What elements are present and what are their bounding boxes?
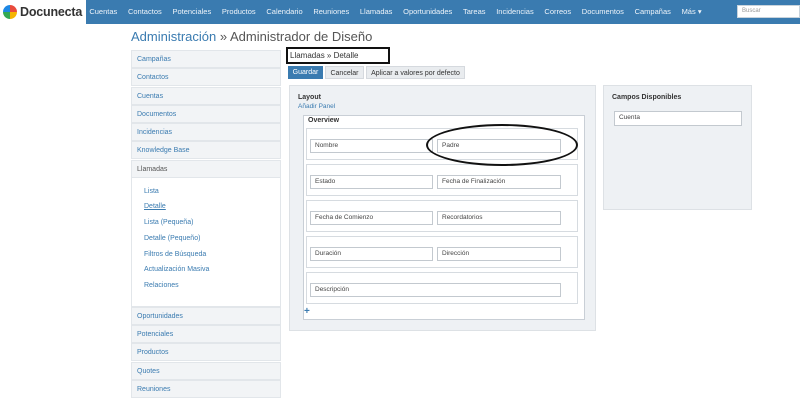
layout-title: Layout xyxy=(298,94,321,101)
sidebar-item-documentos[interactable]: Documentos xyxy=(131,104,281,123)
nav-item-contactos[interactable]: Contactos xyxy=(123,0,167,24)
nav-item-correos[interactable]: Correos xyxy=(539,0,576,24)
add-row-plus-icon[interactable]: + xyxy=(304,306,310,317)
layout-row[interactable]: Duración Dirección xyxy=(306,236,578,268)
sidebar-item-oportunidades[interactable]: Oportunidades xyxy=(131,306,281,325)
nav-item-mas[interactable]: Más ▾ xyxy=(676,0,707,24)
field-fecha-comienzo[interactable]: Fecha de Comienzo xyxy=(310,211,433,225)
layout-row[interactable]: Fecha de Comienzo Recordatorios xyxy=(306,200,578,232)
brand[interactable]: Docunecta xyxy=(0,0,86,24)
nav-item-cuentas[interactable]: Cuentas xyxy=(84,0,123,24)
sidebar-subitem-actualizacion-masiva[interactable]: Actualización Masiva xyxy=(132,262,280,278)
main-nav: Cuentas Contactos Potenciales Productos … xyxy=(84,0,707,24)
nav-item-campanas[interactable]: Campañas xyxy=(629,0,676,24)
available-fields-title: Campos Disponibles xyxy=(612,94,682,101)
field-nombre[interactable]: Nombre xyxy=(310,139,433,153)
sidebar-subitem-lista[interactable]: Lista xyxy=(132,184,280,200)
add-panel-link[interactable]: Añadir Panel xyxy=(298,103,335,110)
nav-item-incidencias[interactable]: Incidencias xyxy=(491,0,539,24)
field-fecha-finalizacion[interactable]: Fecha de Finalización xyxy=(437,175,561,189)
title-separator: » xyxy=(216,29,231,44)
sidebar-item-contactos[interactable]: Contactos xyxy=(131,68,281,87)
field-recordatorios[interactable]: Recordatorios xyxy=(437,211,561,225)
sidebar-item-cuentas[interactable]: Cuentas xyxy=(131,86,281,105)
reset-defaults-button[interactable]: Aplicar a valores por defecto xyxy=(366,66,465,79)
sidebar-item-knowledge-base[interactable]: Knowledge Base xyxy=(131,141,281,160)
nav-item-productos[interactable]: Productos xyxy=(217,0,261,24)
sidebar-item-potenciales[interactable]: Potenciales xyxy=(131,325,281,343)
nav-item-oportunidades[interactable]: Oportunidades xyxy=(398,0,458,24)
sidebar-item-campanas[interactable]: Campañas xyxy=(131,50,281,68)
overview-panel-title: Overview xyxy=(308,117,340,124)
docunecta-logo-icon xyxy=(3,5,17,19)
save-button[interactable]: Guardar xyxy=(288,66,323,79)
sidebar-subitem-detalle[interactable]: Detalle xyxy=(132,199,280,215)
title-link-administracion[interactable]: Administración xyxy=(131,29,216,44)
brand-name: Docunecta xyxy=(20,5,83,19)
layout-row[interactable]: Descripción xyxy=(306,272,578,304)
breadcrumb: Llamadas » Detalle xyxy=(286,47,390,64)
nav-item-tareas[interactable]: Tareas xyxy=(458,0,491,24)
available-fields-panel xyxy=(603,85,752,210)
sidebar: Campañas Contactos Cuentas Documentos In… xyxy=(131,50,281,398)
nav-item-potenciales[interactable]: Potenciales xyxy=(167,0,216,24)
field-duracion[interactable]: Duración xyxy=(310,247,433,261)
nav-item-documentos[interactable]: Documentos xyxy=(576,0,629,24)
page-title: Administración » Administrador de Diseño xyxy=(131,29,372,44)
sidebar-subitem-filtros-busqueda[interactable]: Filtros de Búsqueda xyxy=(132,247,280,263)
annotation-oval xyxy=(426,124,578,166)
field-direccion[interactable]: Dirección xyxy=(437,247,561,261)
sidebar-item-incidencias[interactable]: Incidencias xyxy=(131,123,281,141)
available-field-cuenta[interactable]: Cuenta xyxy=(614,111,742,126)
field-estado[interactable]: Estado xyxy=(310,175,433,189)
sidebar-subitem-detalle-pequeno[interactable]: Detalle (Pequeño) xyxy=(132,231,280,247)
nav-item-reuniones[interactable]: Reuniones xyxy=(308,0,355,24)
title-rest: Administrador de Diseño xyxy=(230,29,373,44)
sidebar-subitems-llamadas: Lista Detalle Lista (Pequeña) Detalle (P… xyxy=(131,177,281,307)
field-descripcion[interactable]: Descripción xyxy=(310,283,561,297)
sidebar-item-llamadas[interactable]: Llamadas xyxy=(131,159,281,178)
sidebar-subitem-lista-pequena[interactable]: Lista (Pequeña) xyxy=(132,215,280,231)
sidebar-item-quotes[interactable]: Quotes xyxy=(131,361,281,380)
sidebar-subitem-relaciones[interactable]: Relaciones xyxy=(132,278,280,294)
cancel-button[interactable]: Cancelar xyxy=(325,66,364,79)
nav-item-llamadas[interactable]: Llamadas xyxy=(355,0,398,24)
search-input[interactable]: Buscar xyxy=(737,5,800,18)
top-navbar: Docunecta Cuentas Contactos Potenciales … xyxy=(0,0,800,24)
nav-item-calendario[interactable]: Calendario xyxy=(261,0,308,24)
sidebar-item-reuniones[interactable]: Reuniones xyxy=(131,379,281,398)
sidebar-item-productos[interactable]: Productos xyxy=(131,343,281,362)
layout-row[interactable]: Estado Fecha de Finalización xyxy=(306,164,578,196)
